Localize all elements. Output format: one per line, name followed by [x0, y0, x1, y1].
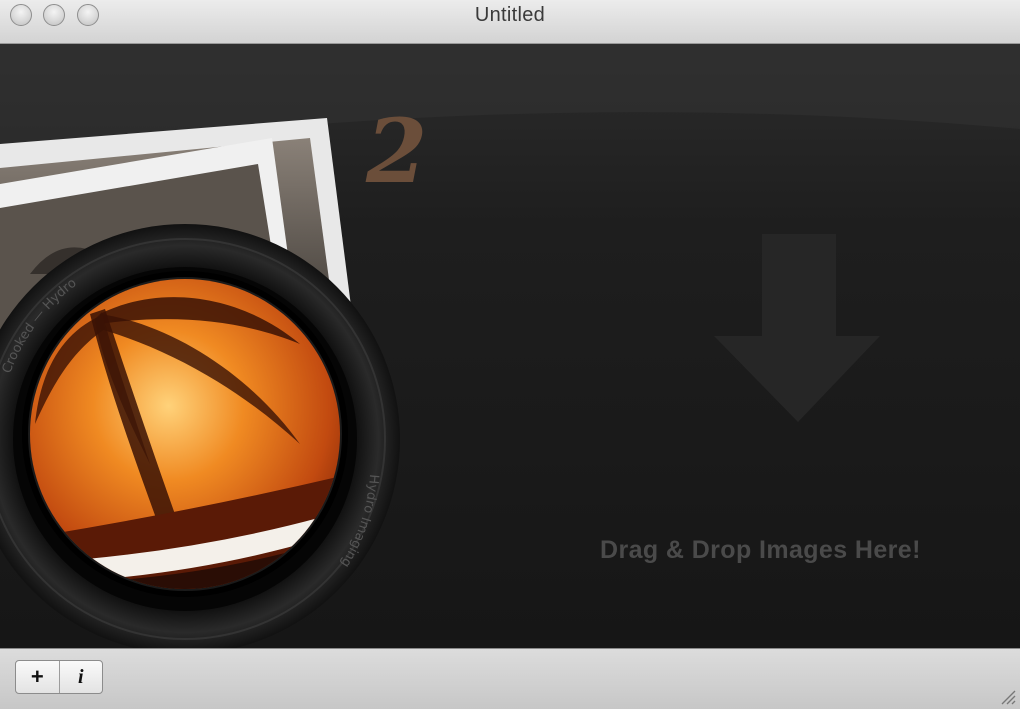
- info-button[interactable]: i: [58, 661, 103, 693]
- drop-instruction: Drag & Drop Images Here!: [600, 536, 921, 564]
- image-drop-zone[interactable]: 2 Crooked — Hydro Hydro Imaging Drag & D…: [0, 44, 1020, 648]
- add-image-button[interactable]: +: [16, 661, 59, 693]
- bottom-toolbar: + i: [0, 648, 1020, 709]
- action-button-group: + i: [15, 660, 103, 694]
- window-title: Untitled: [474, 4, 546, 26]
- title-bar: Untitled: [0, 0, 1020, 44]
- down-arrow-icon: [714, 234, 880, 422]
- resize-grip-icon[interactable]: [998, 687, 1016, 705]
- version-badge: 2: [365, 99, 427, 203]
